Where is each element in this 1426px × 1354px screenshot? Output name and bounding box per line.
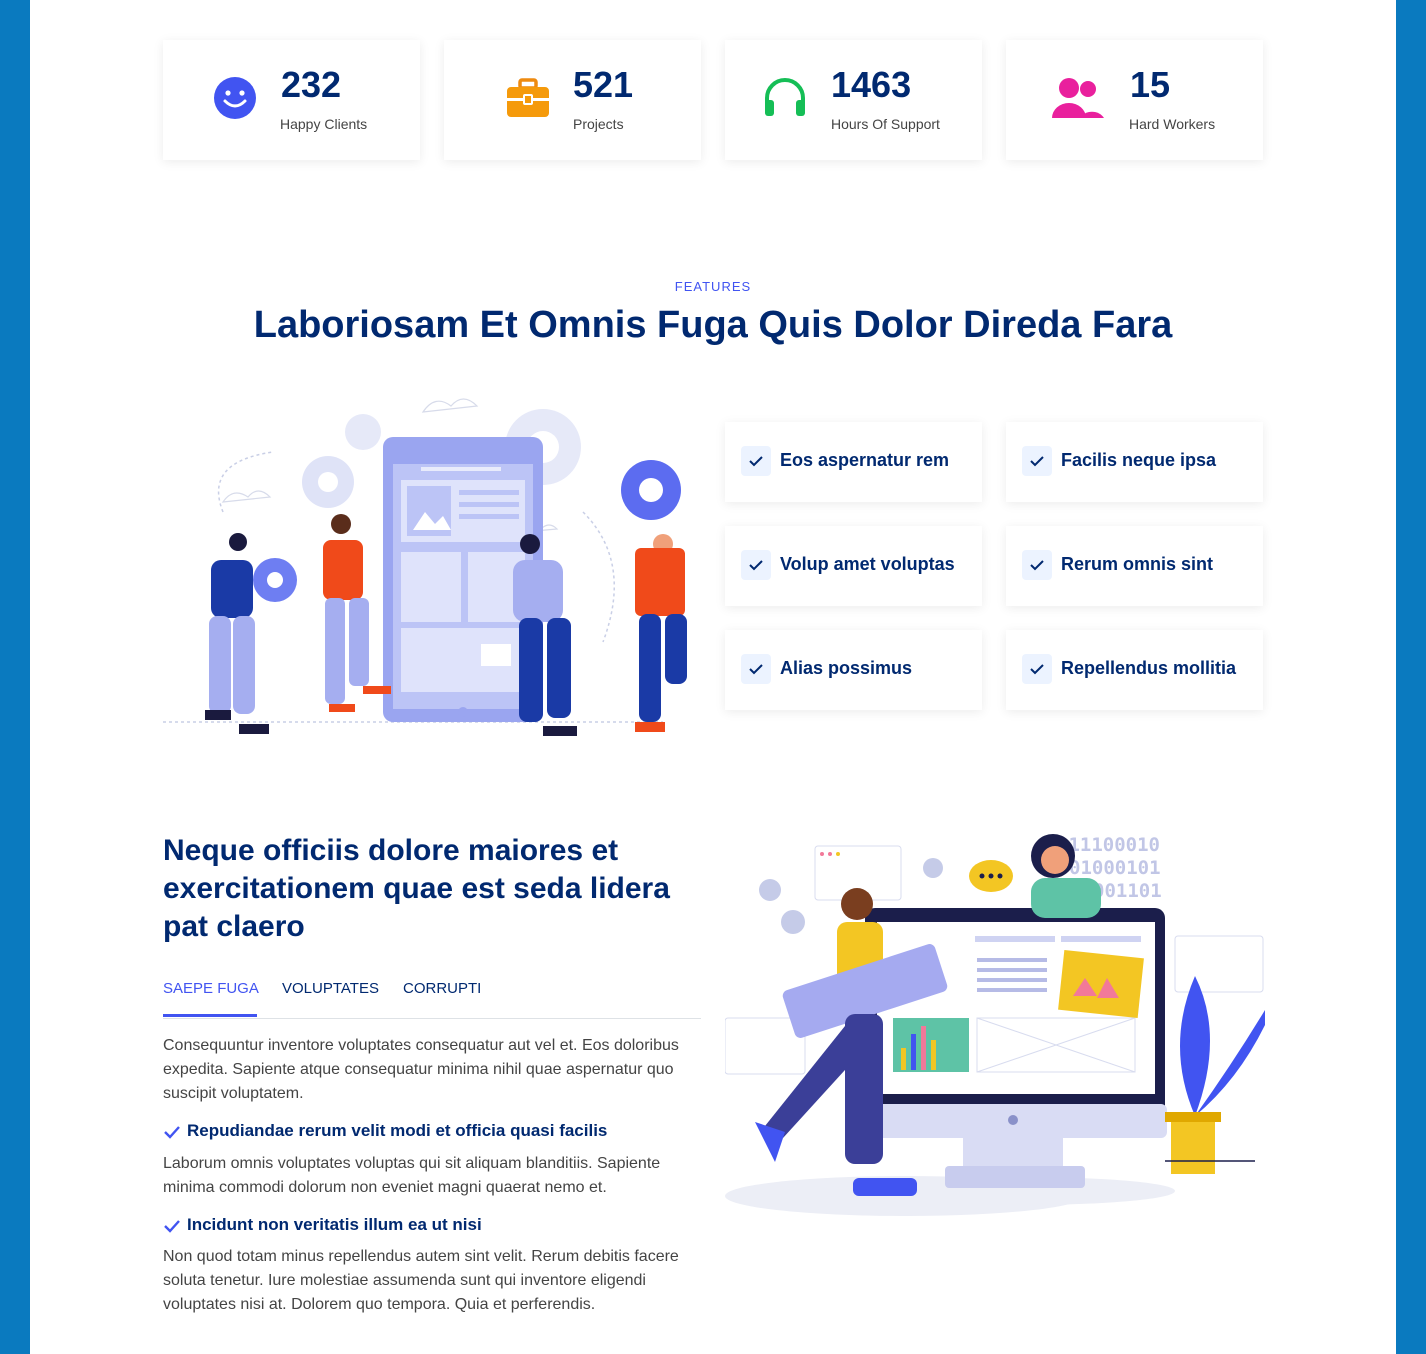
tab-intro-text: Consequuntur inventore voluptates conseq… (163, 1037, 679, 1102)
check-icon (749, 456, 763, 467)
briefcase-icon (507, 78, 549, 117)
check-icon (1030, 664, 1044, 675)
section-title: Laboriosam Et Omnis Fuga Quis Dolor Dire… (253, 304, 1173, 346)
tab-corrupti[interactable]: CORRUPTI (403, 980, 481, 997)
feature-label: Facilis neque ipsa (1061, 450, 1217, 470)
smile-icon (214, 77, 256, 119)
feature-item: Repellendus mollitia (1006, 630, 1263, 710)
people-icon (1052, 78, 1104, 118)
stat-card-projects: 521 Projects (444, 40, 701, 160)
headset-icon (765, 78, 805, 116)
stat-number: 232 (281, 64, 342, 105)
page: 232 Happy Clients 521 Projects 1463 Hour… (30, 0, 1396, 1354)
check-icon-box (1022, 446, 1052, 476)
features-illustration (163, 398, 687, 736)
stat-label: Hours Of Support (831, 116, 940, 132)
stat-number: 521 (573, 64, 634, 105)
tab-voluptates[interactable]: VOLUPTATES (282, 980, 379, 997)
binary-line: 001101 (1093, 880, 1162, 902)
check-icon-box (741, 446, 771, 476)
check-icon-box (741, 654, 771, 684)
feature-item: Alias possimus (725, 630, 982, 710)
tab-bar: SAEPE FUGA VOLUPTATES CORRUPTI (163, 978, 701, 1019)
stat-label: Hard Workers (1129, 116, 1216, 132)
check-icon-box (1022, 550, 1052, 580)
feature-item: Facilis neque ipsa (1006, 422, 1263, 502)
feature-item: Volup amet voluptas (725, 526, 982, 606)
active-tab-indicator (163, 1014, 257, 1017)
stat-card-support: 1463 Hours Of Support (725, 40, 982, 160)
check-icon (1030, 456, 1044, 467)
check-icon-box (741, 550, 771, 580)
check-icon (749, 560, 763, 571)
stat-label: Happy Clients (280, 116, 368, 132)
feature-label: Alias possimus (780, 658, 913, 678)
feature-label: Repellendus mollitia (1061, 658, 1237, 678)
detail-point-heading-text: Incidunt non veritatis illum ea ut nisi (187, 1215, 482, 1234)
feature-label: Eos aspernatur rem (780, 450, 950, 470)
detail-point-text: Non quod totam minus repellendus autem s… (163, 1248, 679, 1313)
stat-number: 15 (1130, 64, 1171, 105)
detail-point-heading-text: Repudiandae rerum velit modi et officia … (187, 1121, 608, 1140)
section-eyebrow: FEATURES (674, 279, 752, 294)
check-icon (164, 1220, 180, 1233)
details-title: Neque officiis dolore maiores et exercit… (163, 834, 670, 943)
feature-item: Eos aspernatur rem (725, 422, 982, 502)
check-icon (749, 664, 763, 675)
binary-line: 01000101 (1069, 857, 1161, 879)
check-icon (1030, 560, 1044, 571)
details-illustration: 011100010 01000101 001101 (725, 834, 1265, 1216)
detail-point-text: Laborum omnis voluptates voluptas qui si… (163, 1155, 661, 1196)
feature-label: Rerum omnis sint (1061, 554, 1214, 574)
feature-item: Rerum omnis sint (1006, 526, 1263, 606)
feature-label: Volup amet voluptas (780, 554, 955, 574)
stat-label: Projects (573, 116, 624, 132)
tab-saepe-fuga[interactable]: SAEPE FUGA (163, 980, 259, 997)
check-icon (164, 1126, 180, 1139)
stat-number: 1463 (831, 64, 912, 105)
stat-card-workers: 15 Hard Workers (1006, 40, 1263, 160)
check-icon-box (1022, 654, 1052, 684)
stat-card-happy-clients: 232 Happy Clients (163, 40, 420, 160)
